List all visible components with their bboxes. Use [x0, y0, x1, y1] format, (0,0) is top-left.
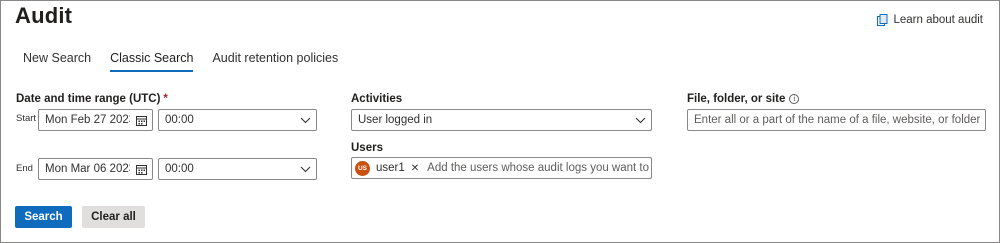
user-chip: US user1 ✕	[355, 160, 419, 176]
file-folder-site-label: File, folder, or site i	[687, 93, 800, 105]
date-range-label-text: Date and time range (UTC)	[16, 93, 161, 105]
start-time-dropdown[interactable]: 00:00	[158, 109, 317, 131]
start-time-value: 00:00	[165, 114, 194, 126]
tab-classic-search[interactable]: Classic Search	[110, 51, 194, 72]
end-time-dropdown[interactable]: 00:00	[158, 158, 317, 180]
search-button[interactable]: Search	[15, 206, 72, 228]
start-label: Start	[16, 113, 37, 124]
date-range-label: Date and time range (UTC) *	[16, 93, 168, 105]
file-folder-site-label-text: File, folder, or site	[687, 93, 786, 105]
activities-label: Activities	[351, 93, 403, 105]
info-icon[interactable]: i	[789, 94, 800, 104]
start-date-picker[interactable]: Mon Feb 27 2023	[38, 109, 153, 131]
learn-link-label[interactable]: Learn about audit	[893, 14, 983, 26]
tab-new-search[interactable]: New Search	[23, 51, 91, 72]
start-date-value: Mon Feb 27 2023	[45, 114, 130, 126]
activities-dropdown[interactable]: User logged in	[351, 109, 652, 131]
activities-value: User logged in	[358, 114, 433, 126]
chevron-down-icon	[294, 110, 316, 130]
chevron-down-icon	[294, 159, 316, 179]
users-picker[interactable]: US user1 ✕ Add the users whose audit log…	[351, 157, 652, 179]
tab-bar: New Search Classic Search Audit retentio…	[23, 51, 338, 72]
remove-user-icon[interactable]: ✕	[411, 163, 419, 174]
end-date-value: Mon Mar 06 2023	[45, 163, 130, 175]
end-time-value: 00:00	[165, 163, 194, 175]
page-title: Audit	[15, 3, 73, 28]
avatar: US	[355, 160, 370, 176]
learn-about-audit-link[interactable]: Learn about audit	[877, 14, 983, 26]
users-input-placeholder[interactable]: Add the users whose audit logs you want …	[427, 162, 651, 174]
end-date-picker[interactable]: Mon Mar 06 2023	[38, 158, 153, 180]
clear-all-button[interactable]: Clear all	[82, 206, 145, 228]
document-icon	[877, 14, 888, 26]
calendar-icon[interactable]	[130, 159, 152, 179]
tab-audit-retention-policies[interactable]: Audit retention policies	[212, 51, 338, 72]
user-chip-label: user1	[376, 162, 405, 174]
calendar-icon[interactable]	[130, 110, 152, 130]
required-mark: *	[163, 93, 168, 105]
end-label: End	[16, 163, 33, 174]
users-label: Users	[351, 142, 383, 154]
audit-page: Audit Learn about audit New Search Class…	[0, 0, 1000, 243]
file-folder-site-placeholder: Enter all or a part of the name of a fil…	[694, 114, 981, 126]
file-folder-site-input[interactable]: Enter all or a part of the name of a fil…	[687, 109, 986, 131]
chevron-down-icon	[629, 110, 651, 130]
